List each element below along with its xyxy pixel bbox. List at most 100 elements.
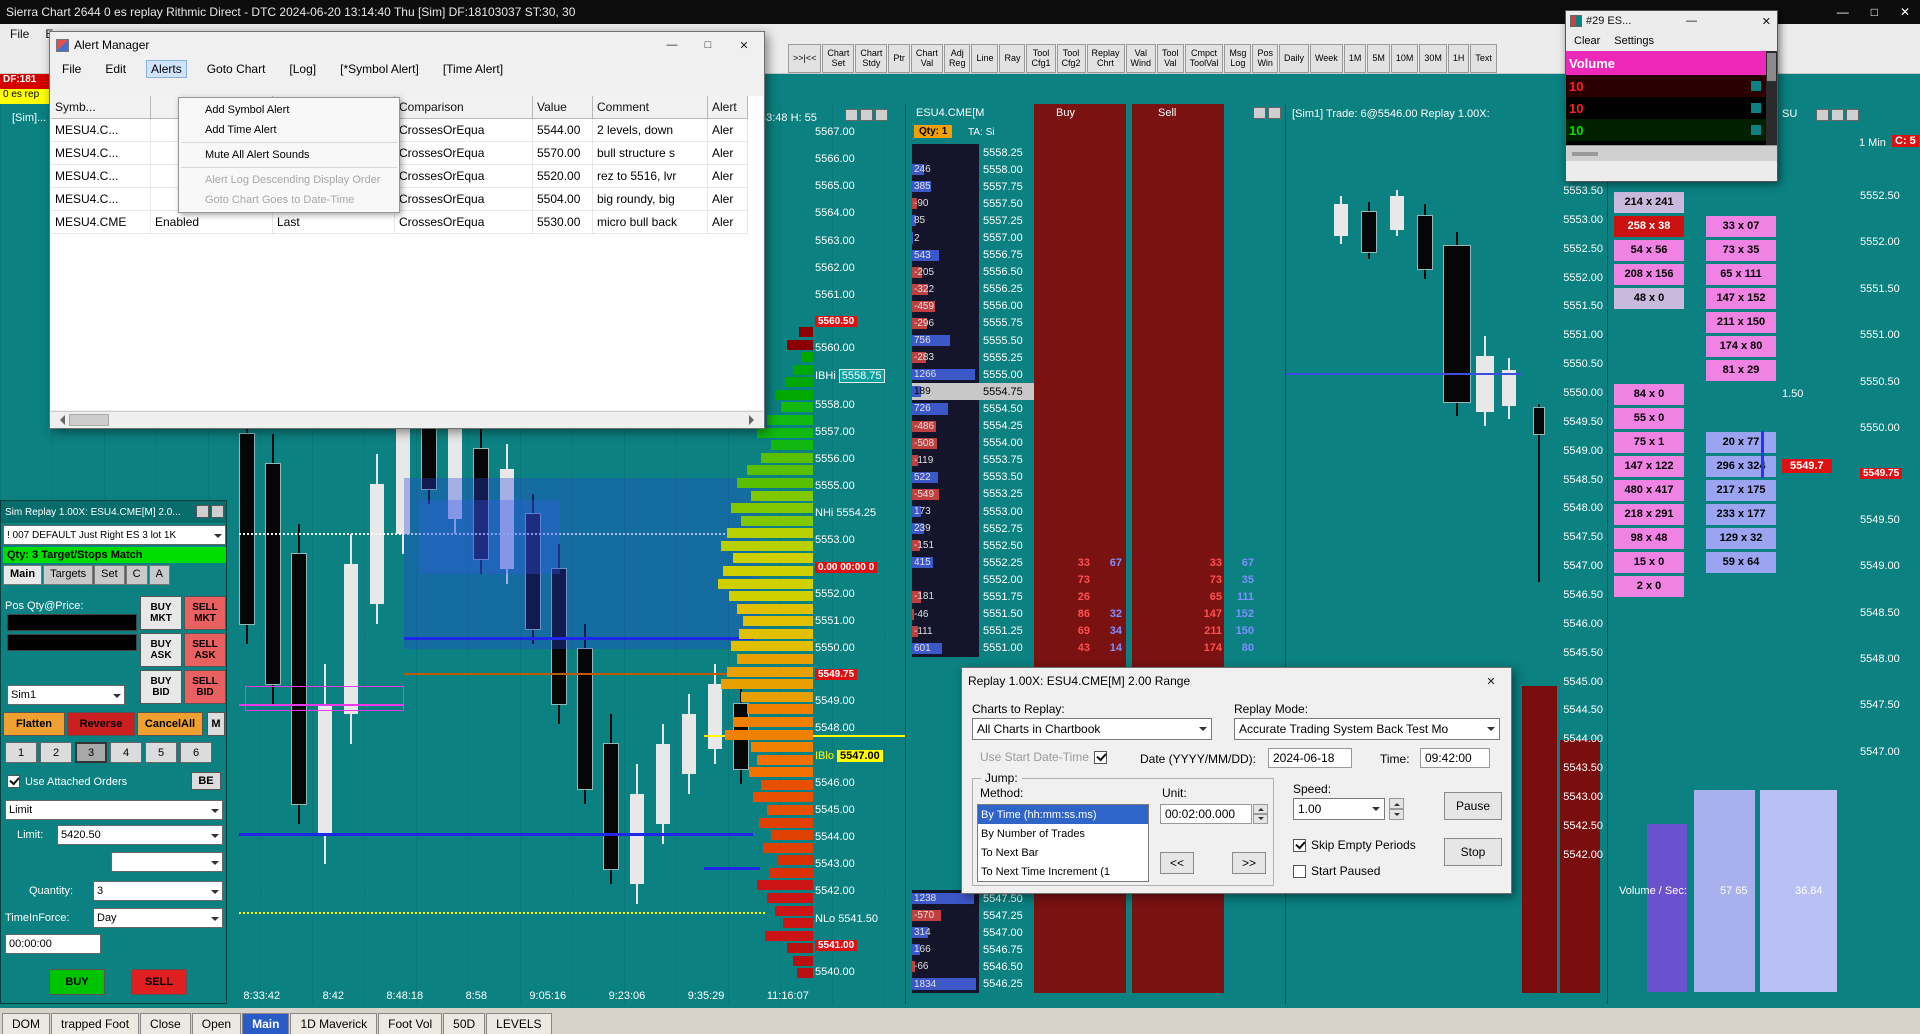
- tab-1d-maverick[interactable]: 1D Maverick: [290, 1013, 378, 1034]
- toolbar-button-toolcfg2[interactable]: Tool Cfg2: [1056, 44, 1086, 73]
- tab-main[interactable]: Main: [242, 1013, 290, 1034]
- minimize-icon[interactable]: [1816, 109, 1829, 121]
- dom-row[interactable]: 543 5556.75: [912, 246, 1285, 264]
- menu-alerts[interactable]: Alerts: [146, 60, 187, 78]
- qty-preset-5[interactable]: 5: [145, 742, 177, 763]
- scrollbar[interactable]: [1766, 51, 1777, 145]
- replay-mode-dropdown[interactable]: Accurate Trading System Back Test Mo: [1234, 718, 1500, 740]
- time-field[interactable]: 00:00:00: [5, 934, 101, 954]
- alert-row[interactable]: MESU4.C... CrossesOrEqua 5520.00 rez to 551…: [51, 165, 763, 188]
- minimize-icon[interactable]: —: [1686, 15, 1697, 27]
- speed-spinner[interactable]: [1389, 798, 1404, 820]
- dom-row[interactable]: 5558.25: [912, 144, 1285, 162]
- dom-row[interactable]: 173 5553.00: [912, 502, 1285, 521]
- menu-file[interactable]: File: [58, 61, 85, 77]
- qty-preset-2[interactable]: 2: [40, 742, 72, 763]
- date-field[interactable]: 2024-06-18: [1268, 748, 1352, 768]
- dom-row[interactable]: 2 5557.00: [912, 229, 1285, 247]
- position-field-2[interactable]: [7, 634, 137, 651]
- alert-manager-titlebar[interactable]: Alert Manager — □ ✕: [50, 32, 764, 58]
- tab-50d[interactable]: 50D: [443, 1013, 486, 1034]
- dom-row[interactable]: -66 5546.50: [912, 958, 1285, 976]
- dom-row[interactable]: -205 5556.50: [912, 263, 1285, 281]
- close-icon[interactable]: ✕: [1762, 15, 1771, 28]
- dom-row[interactable]: 85 5557.25: [912, 212, 1285, 230]
- dom-row[interactable]: 1266 5555.00: [912, 366, 1285, 384]
- unit-spinner[interactable]: [1253, 804, 1268, 824]
- dom-ladder[interactable]: 5558.25 246 5558.00 385 5557.75 -90 5557.50 85 5…: [912, 144, 1285, 657]
- price-scale[interactable]: 5567.00 5566.00 5565.00 5564.00 5563.00 5562.…: [813, 126, 905, 978]
- qty-preset-4[interactable]: 4: [110, 742, 142, 763]
- trade-tab-set[interactable]: Set: [94, 565, 125, 585]
- charts-to-replay-dropdown[interactable]: All Charts in Chartbook: [972, 718, 1212, 740]
- dom-row[interactable]: -486 5554.25: [912, 417, 1285, 435]
- menu-file[interactable]: File: [10, 27, 29, 41]
- limit-price-dropdown[interactable]: 5420.50: [57, 825, 223, 845]
- replay-dialog-titlebar[interactable]: Replay 1.00X: ESU4.CME[M] 2.00 Range ✕: [962, 668, 1511, 694]
- use-attached-orders-checkbox[interactable]: [7, 775, 20, 788]
- dom-row[interactable]: 726 5554.50: [912, 400, 1285, 418]
- toolbar-button-cmpcttoolval[interactable]: Cmpct ToolVal: [1184, 44, 1224, 73]
- toolbar-button-toolval[interactable]: Tool Val: [1157, 44, 1184, 73]
- trade-tab-c[interactable]: C: [125, 565, 148, 585]
- trade-window-titlebar[interactable]: Sim Replay 1.00X: ESU4.CME[M] 2.0...: [1, 501, 226, 523]
- magenta-zone-box[interactable]: [245, 686, 404, 711]
- toolbar-button-msglog[interactable]: Msg Log: [1224, 44, 1252, 73]
- minimize-icon[interactable]: [1253, 107, 1266, 119]
- toolbar-button-chartstdy[interactable]: Chart Stdy: [855, 44, 888, 73]
- menu-settings[interactable]: Settings: [1614, 35, 1654, 47]
- sell-ask-button[interactable]: SELL ASK: [184, 633, 226, 667]
- volume-alert-row[interactable]: 10: [1566, 97, 1777, 119]
- dom-row[interactable]: -570 5547.25: [912, 907, 1285, 925]
- column-header[interactable]: Alert: [708, 96, 748, 119]
- sell-mkt-button[interactable]: SELL MKT: [184, 596, 226, 630]
- close-icon[interactable]: [875, 109, 888, 121]
- trade-price-scale[interactable]: 5553.50 5553.00 5552.50 5552.00 5551.50 5551.…: [1563, 185, 1603, 861]
- toolbar-button-button[interactable]: >>|<<: [788, 44, 822, 73]
- dom-row[interactable]: 522 5553.50: [912, 468, 1285, 486]
- alert-row[interactable]: MESU4.C... CrossesOrEqua 5544.00 2 levels, …: [51, 119, 763, 142]
- close-icon[interactable]: ✕: [726, 32, 762, 58]
- speed-dropdown[interactable]: 1.00: [1293, 798, 1385, 820]
- trade-tab-targets[interactable]: Targets: [43, 565, 94, 585]
- start-paused-checkbox[interactable]: [1293, 864, 1306, 878]
- maximize-icon[interactable]: [196, 505, 209, 518]
- scroll-left-icon[interactable]: [55, 415, 65, 425]
- dom-row[interactable]: 756 5555.50: [912, 332, 1285, 350]
- toolbar-button-week[interactable]: Week: [1309, 44, 1343, 73]
- number-bars-panel[interactable]: SU 1 Min C: 5 214 x 241 258 x 38 33 x 07 54…: [1608, 104, 1920, 1004]
- account-profile-dropdown[interactable]: ! 007 DEFAULT Just Right ES 3 lot 1K: [3, 525, 226, 545]
- orange-level-line[interactable]: [404, 673, 759, 675]
- jump-method-option[interactable]: To Next Bar: [978, 843, 1148, 862]
- toolbar-button-ptr[interactable]: Ptr: [888, 44, 910, 73]
- toolbar-button-5m[interactable]: 5M: [1367, 44, 1390, 73]
- maximize-icon[interactable]: □: [690, 32, 726, 58]
- resize-handle[interactable]: [1572, 151, 1598, 156]
- m-button[interactable]: M: [207, 712, 225, 736]
- toolbar-button-1h[interactable]: 1H: [1447, 44, 1470, 73]
- maximize-icon[interactable]: [860, 109, 873, 121]
- replay-dialog[interactable]: Replay 1.00X: ESU4.CME[M] 2.00 Range ✕ C…: [961, 667, 1512, 894]
- column-header[interactable]: Comparison: [395, 96, 533, 119]
- close-icon[interactable]: [1268, 107, 1281, 119]
- dom-row[interactable]: -151 5552.50: [912, 537, 1285, 555]
- toolbar-button-10m[interactable]: 10M: [1390, 44, 1419, 73]
- buy-button[interactable]: BUY: [49, 969, 105, 995]
- toolbar-button-30m[interactable]: 30M: [1419, 44, 1447, 73]
- menu-log[interactable]: [Log]: [285, 61, 320, 77]
- horizontal-scrollbar[interactable]: [51, 411, 763, 427]
- quantity-dropdown[interactable]: 3: [93, 881, 223, 901]
- pause-button[interactable]: Pause: [1444, 792, 1502, 820]
- dom-row[interactable]: -181 5551.75 26 65 111: [912, 588, 1285, 606]
- toolbar-button-chartval[interactable]: Chart Val: [910, 44, 943, 73]
- use-start-datetime-checkbox[interactable]: [1093, 750, 1107, 764]
- toolbar-button-1m[interactable]: 1M: [1343, 44, 1367, 73]
- minimize-icon[interactable]: —: [1837, 5, 1849, 19]
- dom-row[interactable]: -549 5553.25: [912, 485, 1285, 503]
- spin-down-icon[interactable]: [1253, 814, 1268, 824]
- dom-row[interactable]: 1834 5546.25: [912, 975, 1285, 993]
- menu-edit[interactable]: Edit: [101, 61, 130, 77]
- reverse-button[interactable]: Reverse: [67, 712, 135, 736]
- dom-row[interactable]: -119 5553.75: [912, 451, 1285, 469]
- qty-preset-3[interactable]: 3: [75, 742, 107, 763]
